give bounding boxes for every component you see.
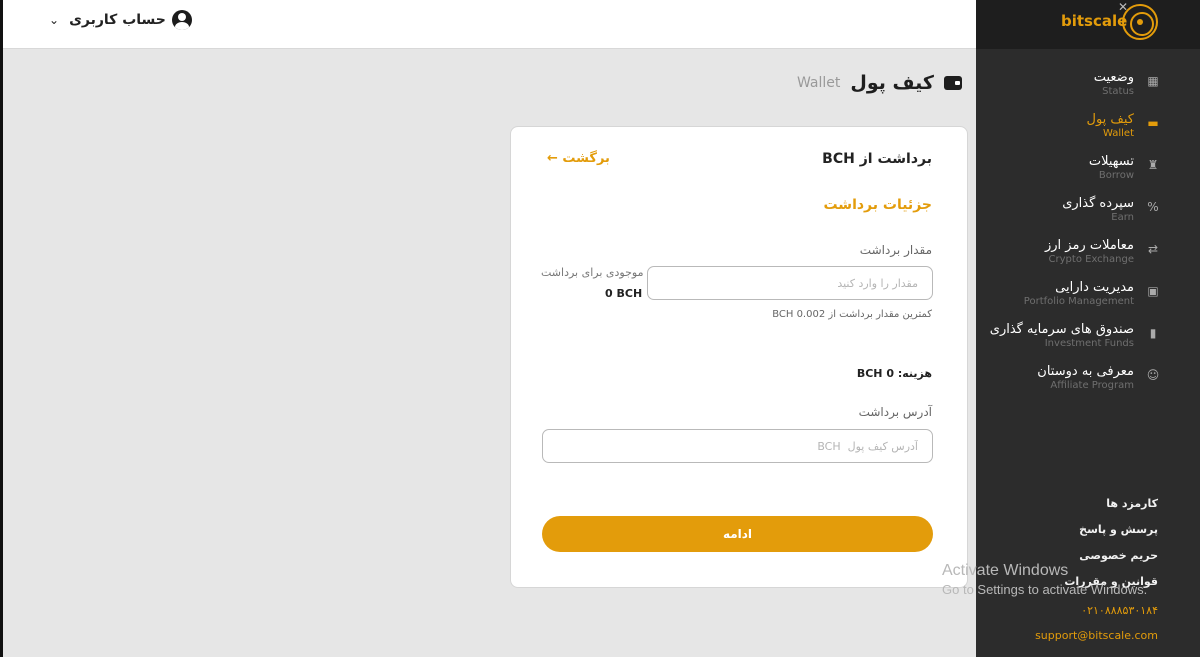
sidebar-item-sublabel: Wallet (1102, 128, 1134, 139)
amount-input[interactable] (647, 266, 933, 300)
footer-link[interactable]: کارمزد ها (1064, 497, 1158, 523)
sidebar-item-label: معاملات رمز ارز (1044, 238, 1134, 253)
money-bag-icon: ♜ (1147, 158, 1159, 172)
balance-value: 0 BCH (605, 287, 643, 300)
card-header: برداشت از BCH برگشت ← (511, 127, 967, 189)
briefcase-icon: ▣ (1147, 284, 1159, 298)
logo-area: bitscale ✕ (976, 0, 1200, 49)
watermark-line2: Go to Settings to activate Windows. (942, 582, 1148, 597)
section-title: جزئیات برداشت (823, 197, 932, 213)
sidebar-item-sublabel: Crypto Exchange (1048, 254, 1134, 265)
activation-watermark: Activate Windows Go to Settings to activ… (942, 562, 1147, 597)
collapse-icon[interactable]: ✕ (1118, 0, 1128, 14)
sidebar-item-label: معرفی به دوستان (1037, 364, 1134, 379)
back-link[interactable]: برگشت ← (547, 151, 610, 166)
sidebar-item-label: مدیریت دارایی (1055, 280, 1134, 295)
withdraw-card: برداشت از BCH برگشت ← جزئیات برداشت مقدا… (510, 126, 968, 588)
sidebar: bitscale ✕ ▦ وضعیت Status ▬ کیف پول Wallet ♜ تس… (976, 0, 1200, 657)
percent-icon: % (1147, 200, 1159, 214)
sidebar-item-status[interactable]: ▦ وضعیت Status (976, 70, 1200, 112)
sidebar-item-borrow[interactable]: ♜ تسهیلات Borrow (976, 154, 1200, 196)
wallet-icon: ▬ (1147, 116, 1159, 130)
status-icon: ▦ (1147, 74, 1159, 88)
address-label: آدرس برداشت (858, 405, 932, 419)
footer-link[interactable]: پرسش و پاسخ (1064, 523, 1158, 549)
amount-label: مقدار برداشت (859, 243, 932, 257)
watermark-line1: Activate Windows (942, 562, 1069, 579)
sidebar-item-portfolio-management[interactable]: ▣ مدیریت دارایی Portfolio Management (976, 280, 1200, 322)
sidebar-item-sublabel: Earn (1111, 212, 1134, 223)
bar-chart-icon: ▮ (1149, 326, 1157, 340)
sidebar-item-label: وضعیت (1093, 70, 1134, 85)
users-icon: ☺ (1146, 368, 1160, 382)
account-label: حساب کاربری (69, 12, 166, 28)
sidebar-item-sublabel: Affiliate Program (1050, 380, 1134, 391)
wallet-icon (944, 76, 962, 90)
window-edge (0, 0, 3, 657)
sidebar-item-label: تسهیلات (1088, 154, 1134, 169)
sidebar-item-wallet[interactable]: ▬ کیف پول Wallet (976, 112, 1200, 154)
address-input[interactable] (542, 429, 933, 463)
sidebar-item-sublabel: Portfolio Management (1023, 296, 1134, 307)
balance-label: موجودی برای برداشت (541, 266, 644, 279)
sidebar-item-affiliate-program[interactable]: ☺ معرفی به دوستان Affiliate Program (976, 364, 1200, 406)
sidebar-item-investment-funds[interactable]: ▮ صندوق های سرمایه گذاری Investment Funds (976, 322, 1200, 364)
sidebar-item-sublabel: Borrow (1098, 170, 1134, 181)
user-avatar-icon (171, 10, 192, 30)
sidebar-item-label: سپرده گذاری (1062, 196, 1134, 211)
chevron-down-icon[interactable]: ⌄ (49, 13, 59, 27)
fee-text: هزینه: 0 BCH (856, 367, 932, 380)
sidebar-item-crypto-exchange[interactable]: ⇄ معاملات رمز ارز Crypto Exchange (976, 238, 1200, 280)
page-title-en: Wallet (796, 75, 841, 91)
withdraw-title: برداشت از BCH (822, 151, 932, 167)
support-email[interactable]: support@bitscale.com (1035, 629, 1158, 642)
page-title-fa: کیف پول (850, 72, 934, 94)
brand-name[interactable]: bitscale (1061, 12, 1127, 30)
sidebar-item-sublabel: Investment Funds (1044, 338, 1134, 349)
min-withdraw-note: کمترین مقدار برداشت از 0.002 BCH (772, 309, 932, 320)
sidebar-item-earn[interactable]: % سپرده گذاری Earn (976, 196, 1200, 238)
sidebar-nav: ▦ وضعیت Status ▬ کیف پول Wallet ♜ تسهیلات Borrow… (976, 70, 1200, 406)
support-phone[interactable]: ۰۲۱۰۸۸۸۵۳۰۱۸۴ (1081, 604, 1158, 617)
sidebar-item-label: صندوق های سرمایه گذاری (989, 322, 1134, 337)
top-header: حساب کاربری ⌄ (3, 0, 976, 49)
page-title: کیف پول Wallet (797, 72, 962, 94)
user-account-menu[interactable]: حساب کاربری ⌄ (49, 10, 192, 30)
exchange-icon: ⇄ (1147, 242, 1159, 256)
sidebar-item-sublabel: Status (1102, 86, 1134, 97)
continue-button[interactable]: ادامه (542, 516, 933, 552)
sidebar-item-label: کیف پول (1086, 112, 1134, 127)
